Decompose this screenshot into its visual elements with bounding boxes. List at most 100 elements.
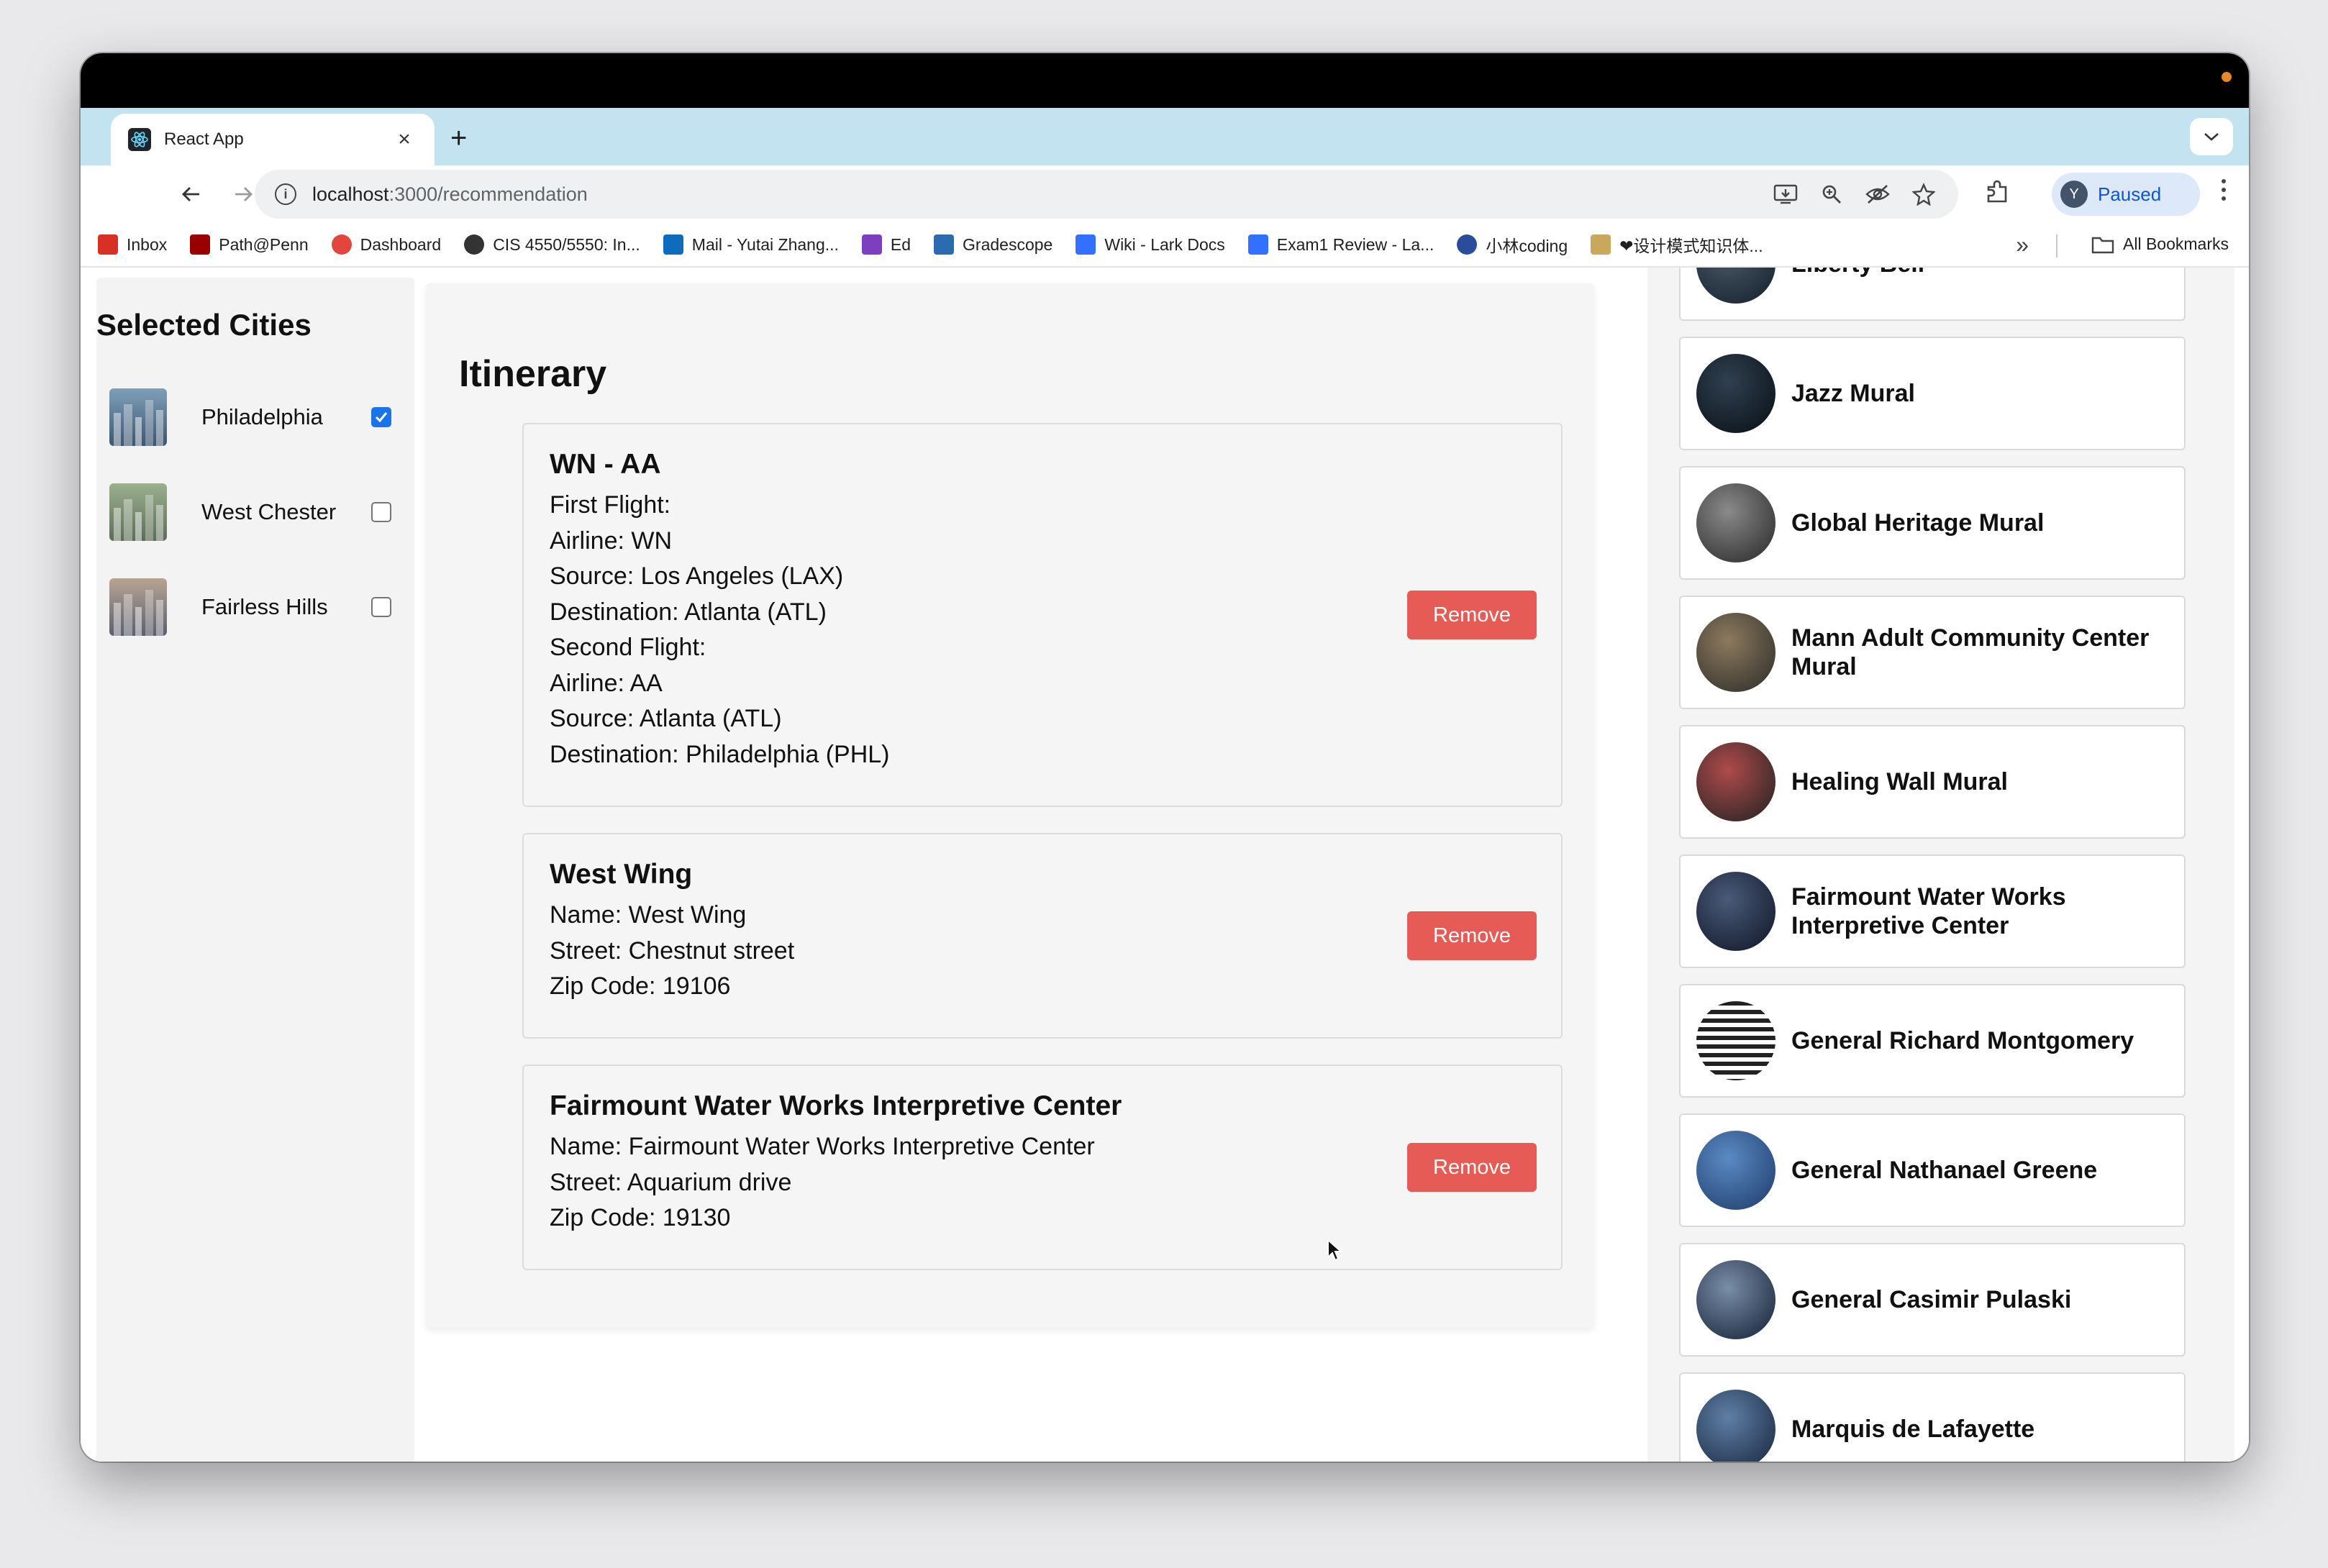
recommendation-name: Fairmount Water Works Interpretive Cente…: [1791, 883, 2066, 939]
tab-react-app[interactable]: React App ×: [111, 114, 435, 165]
outlook-icon: [663, 234, 683, 255]
selected-cities-panel: Selected Cities Philadelphia West Chester…: [96, 278, 414, 1462]
bookmark-item[interactable]: Wiki - Lark Docs: [1076, 234, 1225, 255]
city-item[interactable]: West Chester: [109, 480, 404, 544]
city-thumbnail: [109, 578, 167, 636]
zoom-icon[interactable]: [1817, 180, 1846, 209]
itinerary-detail-line: Street: Aquarium drive: [550, 1168, 792, 1196]
recommendation-card[interactable]: Mann Adult Community Center Mural: [1679, 596, 2186, 709]
recommendation-image: [1696, 483, 1775, 562]
recommendation-card[interactable]: General Richard Montgomery: [1679, 984, 2186, 1098]
bookmark-item[interactable]: CIS 4550/5550: In...: [464, 234, 640, 255]
city-checkbox[interactable]: [371, 407, 391, 427]
bookmark-item[interactable]: Mail - Yutai Zhang...: [663, 234, 839, 255]
doc-icon: [1247, 234, 1268, 255]
new-tab-button[interactable]: +: [450, 124, 467, 152]
tab-search-button[interactable]: [2190, 118, 2233, 155]
avatar-bookmark-icon: [1591, 234, 1611, 255]
remove-button[interactable]: Remove: [1407, 911, 1537, 960]
itinerary-card: West Wing Name: West Wing Street: Chestnut…: [522, 833, 1563, 1039]
bookmark-item[interactable]: Exam1 Review - La...: [1247, 234, 1434, 255]
recommendation-image: [1696, 1260, 1775, 1339]
recommendations-list[interactable]: Liberty Bell Jazz Mural Global Heritage Mu…: [1647, 268, 2234, 1462]
bookmark-item[interactable]: Ed: [861, 234, 911, 255]
recommendation-name: Mann Adult Community Center Mural: [1791, 624, 2150, 680]
star-icon[interactable]: [1909, 180, 1938, 209]
bookmark-item[interactable]: Gradescope: [934, 234, 1052, 255]
recommendation-name: Global Heritage Mural: [1791, 509, 2045, 537]
city-name: West Chester: [201, 499, 337, 524]
more-menu-icon[interactable]: [2220, 177, 2227, 209]
itinerary-detail-line: Name: Fairmount Water Works Interpretive…: [550, 1133, 1095, 1160]
recommendation-card[interactable]: Global Heritage Mural: [1679, 466, 2186, 580]
recommendation-image: [1696, 354, 1775, 433]
bookmark-item[interactable]: Dashboard: [331, 234, 441, 255]
site-info-icon[interactable]: i: [275, 183, 296, 205]
recommendation-card[interactable]: Liberty Bell: [1679, 268, 2186, 321]
page-viewport: Selected Cities Philadelphia West Chester…: [81, 268, 2249, 1462]
recommendation-card[interactable]: General Nathanael Greene: [1679, 1113, 2186, 1227]
city-name: Fairless Hills: [201, 594, 328, 619]
eye-off-icon[interactable]: [1863, 180, 1892, 209]
city-checkbox[interactable]: [371, 597, 391, 617]
recommendation-card[interactable]: General Casimir Pulaski: [1679, 1243, 2186, 1357]
itinerary-detail-line: Airline: AA: [550, 669, 663, 697]
itinerary-detail-line: Street: Chestnut street: [550, 936, 795, 965]
recommendation-name: General Nathanael Greene: [1791, 1157, 2098, 1184]
recommendation-card[interactable]: Marquis de Lafayette: [1679, 1372, 2186, 1462]
recommendation-image: [1696, 1001, 1775, 1080]
tab-strip: React App × +: [81, 108, 2249, 165]
xiaolin-icon: [1457, 234, 1478, 255]
browser-window: React App × + i localhost:3000/recommend…: [81, 53, 2249, 1462]
gmail-icon: [98, 234, 118, 255]
folder-icon: [2091, 237, 2114, 253]
city-item[interactable]: Fairless Hills: [109, 575, 404, 639]
city-thumbnail: [109, 483, 167, 541]
bookmarks-divider: [2056, 234, 2058, 257]
recommendation-card[interactable]: Healing Wall Mural: [1679, 725, 2186, 839]
recommendation-name: Marquis de Lafayette: [1791, 1416, 2035, 1443]
recommendation-image: [1696, 872, 1775, 951]
bookmark-item[interactable]: Inbox: [98, 234, 167, 255]
profile-button[interactable]: Y Paused: [2052, 173, 2200, 216]
itinerary-detail-line: Airline: WN: [550, 527, 673, 555]
recommendation-image: [1696, 1390, 1775, 1462]
path-penn-icon: [190, 234, 211, 255]
itinerary-card-title: WN - AA: [550, 449, 661, 480]
back-button[interactable]: [174, 177, 209, 211]
recommendation-card[interactable]: Fairmount Water Works Interpretive Cente…: [1679, 854, 2186, 968]
recommendation-image: [1696, 613, 1775, 692]
itinerary-detail-line: Source: Atlanta (ATL): [550, 705, 782, 732]
url-text[interactable]: localhost:3000/recommendation: [312, 183, 1754, 206]
close-tab-icon[interactable]: ×: [391, 127, 417, 152]
bookmark-item[interactable]: Path@Penn: [190, 234, 309, 255]
itinerary-card-title: West Wing: [550, 859, 693, 890]
remove-button[interactable]: Remove: [1407, 1143, 1537, 1192]
globe-icon: [464, 234, 485, 255]
extensions-icon[interactable]: [1984, 180, 2010, 212]
bookmark-item[interactable]: 小林coding: [1457, 232, 1568, 257]
mouse-cursor-icon: [1327, 1239, 1342, 1262]
address-bar[interactable]: i localhost:3000/recommendation: [255, 170, 1958, 219]
gradescope-icon: [934, 234, 955, 255]
dashboard-icon: [331, 234, 352, 255]
install-app-icon[interactable]: [1771, 180, 1800, 209]
recommendation-card[interactable]: Jazz Mural: [1679, 337, 2186, 450]
itinerary-panel: Itinerary WN - AA First Flight: Airline: W…: [426, 283, 1594, 1328]
remove-button[interactable]: Remove: [1407, 591, 1537, 639]
chevron-down-icon: [2204, 133, 2219, 141]
itinerary-detail-line: Name: West Wing: [550, 901, 747, 929]
itinerary-detail-line: Zip Code: 19106: [550, 972, 731, 1000]
city-checkbox[interactable]: [371, 502, 391, 522]
browser-toolbar: i localhost:3000/recommendation Y Paused: [81, 165, 2249, 223]
recommendation-name: General Richard Montgomery: [1791, 1027, 2134, 1054]
lark-icon: [1076, 234, 1096, 255]
arrow-left-icon: [182, 187, 199, 201]
react-icon: [128, 128, 151, 151]
tab-title: React App: [164, 129, 244, 149]
bookmark-item[interactable]: ❤设计模式知识体...: [1591, 232, 1763, 257]
city-item[interactable]: Philadelphia: [109, 386, 404, 449]
recommendation-name: Jazz Mural: [1791, 380, 1915, 407]
all-bookmarks-button[interactable]: All Bookmarks: [2091, 234, 2229, 254]
more-bookmarks-icon[interactable]: »: [2016, 232, 2029, 258]
